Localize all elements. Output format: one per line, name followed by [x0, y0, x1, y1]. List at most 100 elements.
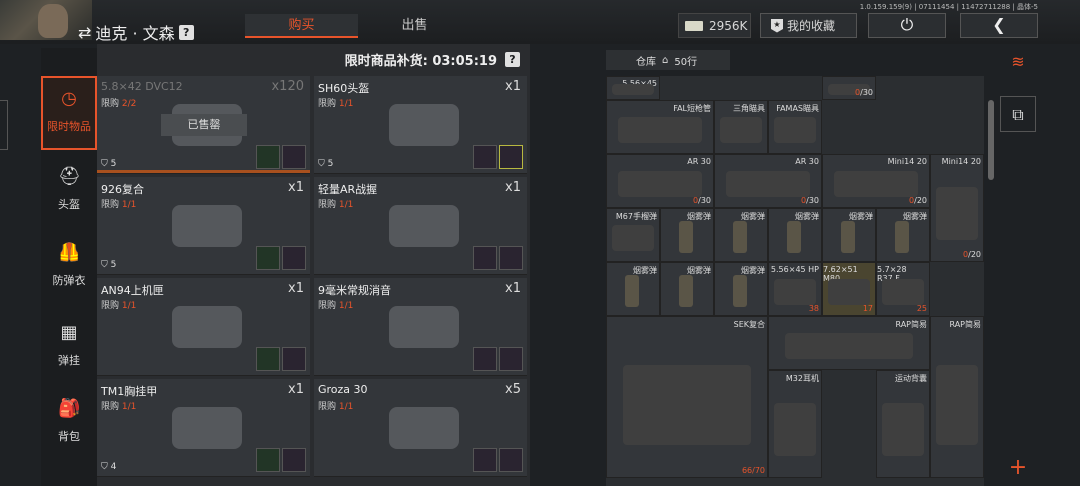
item-image [679, 275, 694, 307]
favorites-button[interactable]: ★ 我的收藏 [760, 13, 857, 38]
scrollbar[interactable] [988, 100, 994, 180]
cell-label: M32耳机 [785, 374, 819, 383]
vest-icon: 🦺 [58, 242, 81, 263]
inventory-cell[interactable]: FAL短枪管 [606, 100, 714, 154]
sidebar-item-backpack[interactable]: 🎒 背包 [41, 388, 97, 462]
shop-item-card[interactable]: 5.8×42 DVC12 x120 限购 2/2 ⛉ 5 已售罄 [97, 76, 310, 174]
attachment-slot[interactable] [256, 246, 280, 270]
money-display: 2956K [678, 13, 751, 38]
attachment-slot[interactable] [256, 145, 280, 169]
item-image [157, 292, 257, 362]
attachment-slots [473, 145, 523, 169]
inventory-cell[interactable]: M32耳机 [768, 370, 822, 478]
cell-label: RAP简易 [949, 320, 981, 329]
inventory-cell[interactable]: FAMAS瞄具 [768, 100, 822, 154]
item-qty: x5 [505, 382, 521, 397]
inventory-cell[interactable]: 运动背囊 [876, 370, 930, 478]
cell-count: 25 [916, 304, 927, 313]
purchase-limit: 限购 1/1 [318, 402, 354, 412]
tab-buy[interactable]: 购买 [245, 14, 358, 38]
inventory-cell[interactable]: SEK复合 66/70 [606, 316, 768, 478]
cell-label: AR 30 [687, 157, 711, 166]
item-qty: x1 [505, 79, 521, 94]
attachment-slots [473, 448, 523, 472]
inventory-cell[interactable]: Mini14 20 0/20 [822, 154, 930, 208]
shop-item-card[interactable]: AN94上机匣 x1 限购 1/1 [97, 278, 310, 376]
inventory-cell[interactable]: 0/30 [822, 76, 876, 100]
shop-item-card[interactable]: Groza 30 x5 限购 1/1 [314, 379, 527, 477]
help-icon[interactable]: ? [505, 52, 520, 67]
sort-icon[interactable]: ⧉ [1000, 96, 1036, 132]
attachment-slot[interactable] [499, 246, 523, 270]
inventory-cell[interactable]: 烟雾弹 [876, 208, 930, 262]
cell-count: 0/30 [855, 88, 873, 97]
inventory-cell[interactable]: 烟雾弹 [714, 208, 768, 262]
sidebar-item-vest[interactable]: 🦺 防弹衣 [41, 232, 97, 306]
item-image [374, 90, 474, 160]
inventory-cell[interactable]: M67手榴弹 [606, 208, 660, 262]
attachment-slot[interactable] [256, 448, 280, 472]
inventory-cell[interactable]: 烟雾弹 [768, 208, 822, 262]
side-handle[interactable] [0, 100, 8, 150]
help-icon[interactable]: ? [178, 24, 194, 40]
attachment-slot[interactable] [499, 347, 523, 371]
inventory-cell[interactable]: 烟雾弹 [606, 262, 660, 316]
attachment-slot[interactable] [282, 347, 306, 371]
shop-item-card[interactable]: TM1胸挂甲 x1 限购 1/1 ⛉ 4 [97, 379, 310, 477]
inventory-cell[interactable]: 烟雾弹 [660, 262, 714, 316]
item-image [733, 275, 748, 307]
back-button[interactable]: ❮ [960, 13, 1038, 38]
category-sidebar: ◷ 限时物品 ⛑ 头盔 🦺 防弹衣 ▦ 弹挂 🎒 背包 [41, 48, 97, 486]
sidebar-item-limited[interactable]: ◷ 限时物品 [41, 76, 97, 150]
inventory-cell[interactable]: 5.56×45 HP 38 [768, 262, 822, 316]
inventory-cell[interactable]: AR 30 0/30 [714, 154, 822, 208]
item-image [882, 402, 924, 456]
attachment-slot[interactable] [473, 246, 497, 270]
inventory-cell[interactable]: 烟雾弹 [660, 208, 714, 262]
tab-sell[interactable]: 出售 [358, 14, 471, 38]
shop-item-card[interactable]: 9毫米常规消音 x1 限购 1/1 [314, 278, 527, 376]
cell-count: 38 [808, 304, 819, 313]
item-image [774, 278, 816, 305]
sidebar-item-chest-rig[interactable]: ▦ 弹挂 [41, 312, 97, 386]
cell-label: FAMAS瞄具 [776, 104, 819, 113]
inventory-cell[interactable]: RAP简易 [930, 316, 984, 478]
sidebar-item-helmet[interactable]: ⛑ 头盔 [41, 156, 97, 230]
attachment-slot[interactable] [282, 145, 306, 169]
inventory-cell[interactable]: 5.7×28 R37.F 25 [876, 262, 930, 316]
cell-label: Mini14 20 [941, 157, 981, 166]
inventory-cell[interactable]: 烟雾弹 [714, 262, 768, 316]
storage-header: 仓库 ⌂ 50行 [606, 50, 730, 70]
inventory-cell[interactable]: Mini14 20 0/20 [930, 154, 984, 262]
attachment-slot[interactable] [473, 145, 497, 169]
attachment-slot[interactable] [282, 246, 306, 270]
inventory-cell[interactable]: 7.62×51 M80 17 [822, 262, 876, 316]
purchase-limit: 限购 1/1 [101, 301, 137, 311]
stack-icon[interactable]: ≋ [1000, 44, 1036, 80]
item-image [623, 365, 751, 445]
cell-count: 0/20 [963, 250, 981, 259]
power-button[interactable]: ⏻ [868, 13, 946, 38]
item-image [841, 221, 856, 253]
shop-item-card[interactable]: SH60头盔 x1 限购 1/1 ⛉ 5 [314, 76, 527, 174]
attachment-slot[interactable] [473, 448, 497, 472]
item-image [720, 116, 762, 143]
item-qty: x1 [288, 180, 304, 195]
inventory-cell[interactable]: 5.56×45 [606, 76, 660, 100]
shop-item-card[interactable]: 926复合 x1 限购 1/1 ⛉ 5 [97, 177, 310, 275]
inventory-cell[interactable]: AR 30 0/30 [606, 154, 714, 208]
shop-item-card[interactable]: 轻量AR战握 x1 限购 1/1 [314, 177, 527, 275]
level-badge: ⛉ 5 [101, 260, 117, 270]
attachment-slot[interactable] [499, 145, 523, 169]
attachment-slot[interactable] [473, 347, 497, 371]
cell-count: 0/30 [801, 196, 819, 205]
attachment-slot[interactable] [282, 448, 306, 472]
inventory-cell[interactable]: 三角瞄具 [714, 100, 768, 154]
add-icon[interactable]: + [1000, 450, 1036, 486]
inventory-cell[interactable]: 烟雾弹 [822, 208, 876, 262]
attachment-slot[interactable] [499, 448, 523, 472]
inventory-cell[interactable]: RAP简易 [768, 316, 930, 370]
attachment-slot[interactable] [256, 347, 280, 371]
item-image [828, 278, 870, 305]
clock-icon: ◷ [61, 88, 77, 109]
